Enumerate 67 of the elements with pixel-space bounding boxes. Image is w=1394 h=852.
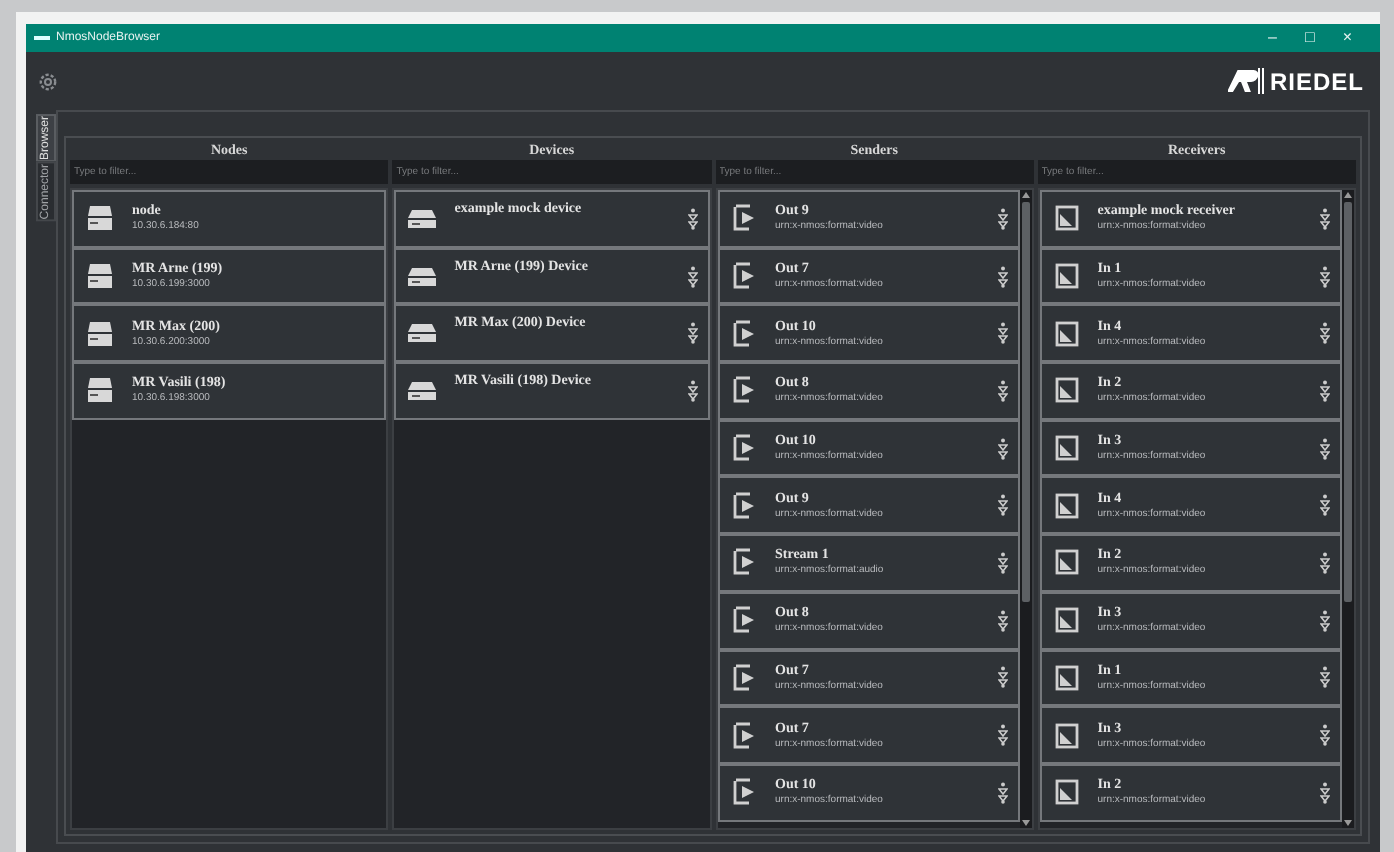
connect-arrows-icon[interactable] (997, 265, 1008, 288)
logo-mark-icon (1227, 68, 1266, 94)
connect-arrows-icon[interactable] (997, 322, 1008, 345)
output-icon (731, 262, 757, 291)
connect-arrows-icon[interactable] (1320, 207, 1330, 230)
scroll-thumb[interactable] (1021, 202, 1030, 602)
output-icon (731, 721, 757, 750)
input-icon (1053, 319, 1080, 348)
drive-icon (408, 209, 437, 228)
maximize-button[interactable]: □ (1304, 30, 1315, 46)
input-icon (1053, 606, 1080, 635)
output-icon (731, 663, 757, 692)
connect-arrows-icon[interactable] (1320, 437, 1330, 460)
scroll-down-icon[interactable] (1021, 818, 1030, 828)
scroll-thumb[interactable] (1344, 202, 1352, 602)
output-icon (731, 548, 757, 577)
connect-arrows-icon[interactable] (687, 379, 697, 402)
server-icon (86, 376, 114, 405)
input-icon (1053, 204, 1080, 233)
input-icon (1053, 491, 1080, 520)
connect-arrows-icon[interactable] (1320, 322, 1330, 345)
output-icon (731, 319, 757, 348)
connect-arrows-icon[interactable] (1320, 379, 1330, 402)
output-icon (731, 491, 757, 520)
connect-arrows-icon[interactable] (997, 551, 1008, 574)
connect-arrows-icon[interactable] (687, 265, 697, 288)
connect-arrows-icon[interactable] (997, 666, 1008, 689)
connect-arrows-icon[interactable] (997, 207, 1008, 230)
settings-icon[interactable] (38, 71, 58, 91)
connect-arrows-icon[interactable] (997, 781, 1008, 804)
connect-arrows-icon[interactable] (1320, 781, 1330, 804)
server-icon (86, 319, 114, 348)
drive-icon (408, 324, 437, 343)
logo-text: RIEDEL (1269, 65, 1364, 99)
close-button[interactable]: × (1342, 30, 1352, 46)
connect-arrows-icon[interactable] (997, 724, 1008, 747)
drive-icon (408, 381, 437, 400)
connect-arrows-icon[interactable] (687, 207, 697, 230)
connect-arrows-icon[interactable] (997, 609, 1008, 632)
input-icon (1053, 721, 1080, 750)
scrollbar[interactable] (1342, 190, 1354, 828)
connect-arrows-icon[interactable] (1320, 494, 1330, 517)
connect-arrows-icon[interactable] (687, 322, 697, 345)
connect-arrows-icon[interactable] (1320, 265, 1330, 288)
server-icon (86, 262, 114, 291)
input-icon (1053, 663, 1080, 692)
input-icon (1053, 434, 1080, 463)
drive-icon (408, 267, 437, 286)
input-icon (1053, 778, 1080, 807)
output-icon (731, 606, 757, 635)
input-icon (1053, 376, 1080, 405)
connect-arrows-icon[interactable] (1320, 609, 1330, 632)
server-icon (86, 204, 114, 233)
output-icon (731, 376, 757, 405)
output-icon (731, 434, 757, 463)
output-icon (731, 204, 757, 233)
minimize-button[interactable]: – (1268, 30, 1277, 46)
connect-arrows-icon[interactable] (1320, 551, 1330, 574)
connect-arrows-icon[interactable] (997, 437, 1008, 460)
output-icon (731, 778, 757, 807)
input-icon (1053, 262, 1080, 291)
input-icon (1053, 548, 1080, 577)
connect-arrows-icon[interactable] (1320, 724, 1330, 747)
connect-arrows-icon[interactable] (997, 494, 1008, 517)
connect-arrows-icon[interactable] (1320, 666, 1330, 689)
scroll-down-icon[interactable] (1344, 818, 1352, 828)
connect-arrows-icon[interactable] (997, 379, 1008, 402)
